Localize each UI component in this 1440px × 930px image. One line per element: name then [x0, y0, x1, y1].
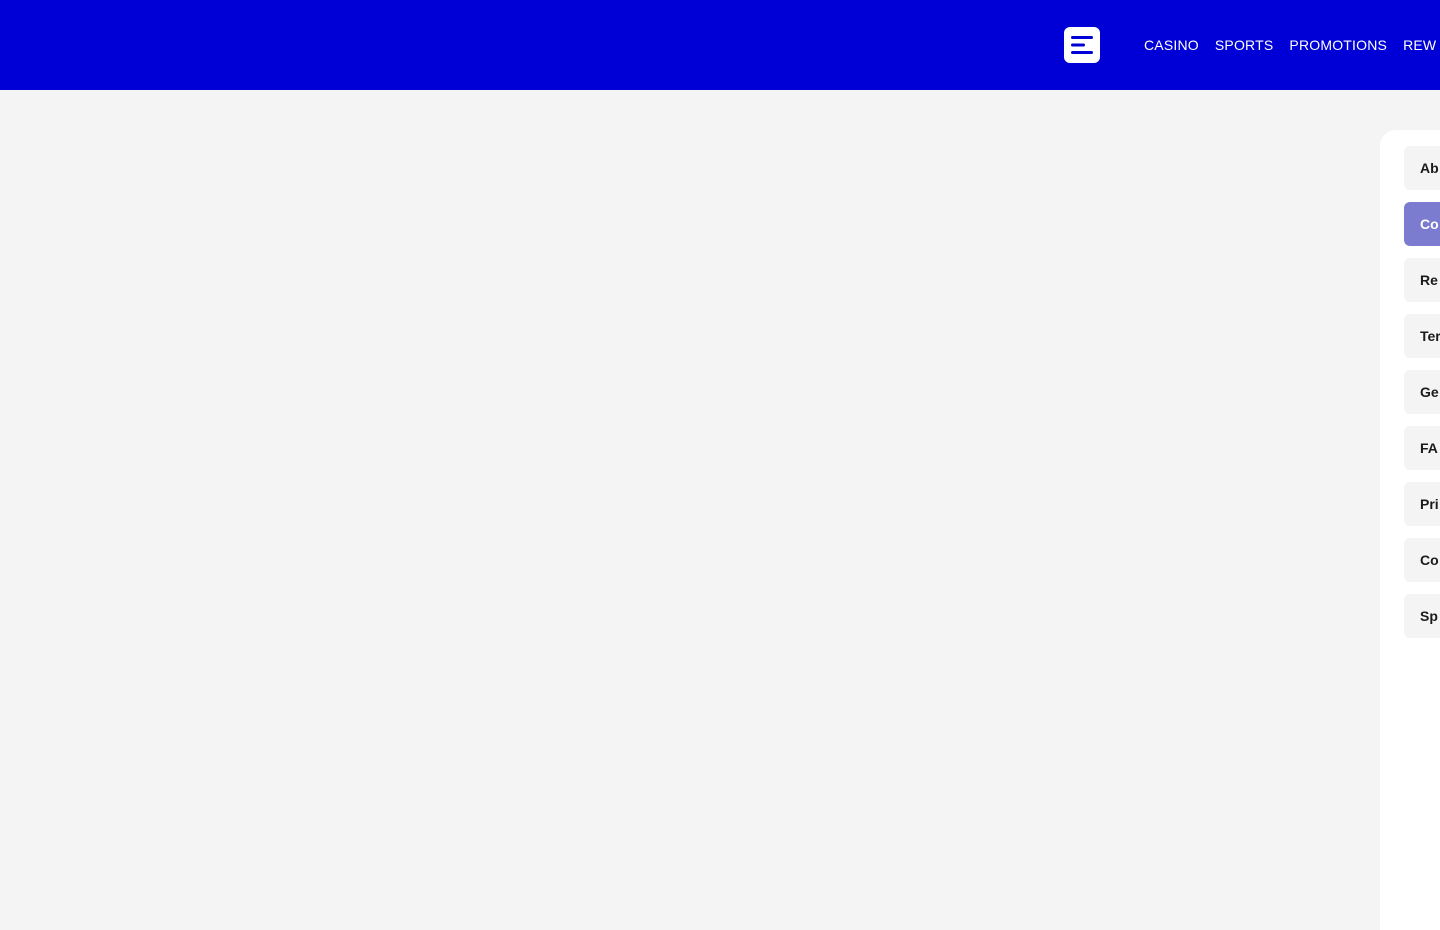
side-item-label: Co — [1420, 216, 1439, 232]
side-item-8[interactable]: Co — [1404, 538, 1440, 582]
top-header: CASINO SPORTS PROMOTIONS REW — [0, 0, 1440, 90]
side-item-label: Ge — [1420, 384, 1439, 400]
side-item-label: Ab — [1420, 160, 1439, 176]
side-item-4[interactable]: Ter — [1404, 314, 1440, 358]
side-item-label: Re — [1420, 272, 1438, 288]
side-panel: Ab Co Re Ter Ge FA Pri Co Sp — [1380, 130, 1440, 930]
menu-button[interactable] — [1064, 27, 1100, 63]
nav-casino[interactable]: CASINO — [1144, 37, 1199, 53]
side-item-about[interactable]: Ab — [1404, 146, 1440, 190]
nav-sports[interactable]: SPORTS — [1215, 37, 1274, 53]
side-item-label: Sp — [1420, 608, 1438, 624]
nav-rewards[interactable]: REW — [1403, 37, 1436, 53]
nav-promotions[interactable]: PROMOTIONS — [1289, 37, 1387, 53]
side-item-3[interactable]: Re — [1404, 258, 1440, 302]
menu-lines-icon — [1071, 36, 1093, 54]
side-item-7[interactable]: Pri — [1404, 482, 1440, 526]
side-item-label: FA — [1420, 440, 1438, 456]
side-item-5[interactable]: Ge — [1404, 370, 1440, 414]
side-item-9[interactable]: Sp — [1404, 594, 1440, 638]
side-item-active[interactable]: Co — [1404, 202, 1440, 246]
side-item-label: Ter — [1420, 328, 1440, 344]
side-item-label: Pri — [1420, 496, 1439, 512]
side-item-label: Co — [1420, 552, 1439, 568]
side-menu: Ab Co Re Ter Ge FA Pri Co Sp — [1404, 146, 1440, 650]
top-nav: CASINO SPORTS PROMOTIONS REW — [1144, 0, 1436, 90]
side-item-6[interactable]: FA — [1404, 426, 1440, 470]
